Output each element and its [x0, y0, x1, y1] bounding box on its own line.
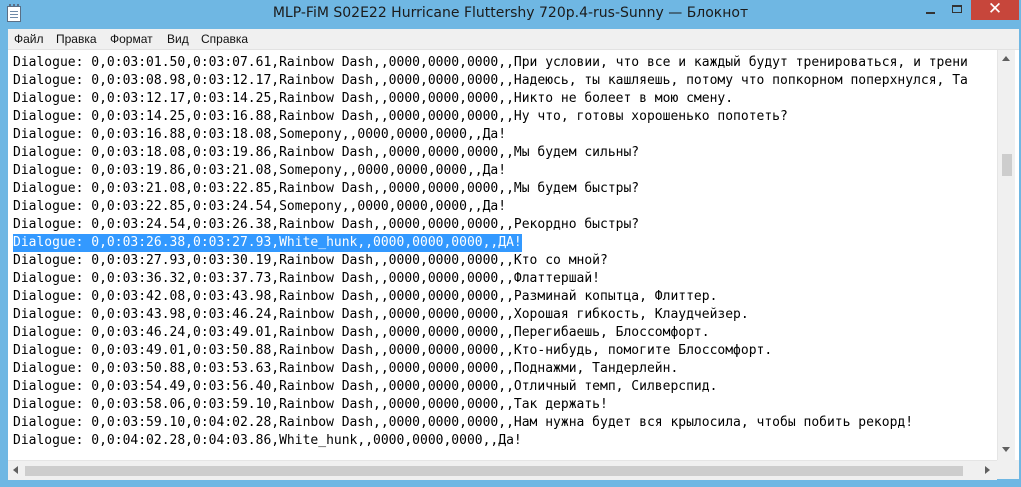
- text-line[interactable]: Dialogue: 0,0:03:27.93,0:03:30.19,Rainbo…: [13, 252, 608, 270]
- maximize-button[interactable]: [944, 0, 971, 20]
- text-line[interactable]: Dialogue: 0,0:03:49.01,0:03:50.88,Rainbo…: [13, 342, 772, 360]
- scroll-down-arrow-icon[interactable]: [1002, 447, 1010, 452]
- text-line[interactable]: Dialogue: 0,0:03:59.10,0:04:02.28,Rainbo…: [13, 414, 913, 432]
- text-editor[interactable]: Dialogue: 0,0:03:01.50,0:03:07.61,Rainbo…: [8, 50, 997, 460]
- text-line[interactable]: Dialogue: 0,0:03:19.86,0:03:21.08,Somepo…: [13, 162, 506, 180]
- text-line[interactable]: Dialogue: 0,0:03:43.98,0:03:46.24,Rainbo…: [13, 306, 749, 324]
- scroll-up-arrow-icon[interactable]: [1002, 56, 1010, 61]
- text-line[interactable]: Dialogue: 0,0:03:18.08,0:03:19.86,Rainbo…: [13, 144, 639, 162]
- text-line[interactable]: Dialogue: 0,0:03:21.08,0:03:22.85,Rainbo…: [13, 180, 639, 198]
- title-bar[interactable]: MLP-FiM S02E22 Hurricane Fluttershy 720p…: [0, 0, 1021, 29]
- minimize-button[interactable]: [917, 0, 944, 20]
- close-button[interactable]: ✕: [971, 0, 1019, 20]
- selected-text-line[interactable]: Dialogue: 0,0:03:26.38,0:03:27.93,White_…: [13, 234, 522, 252]
- menu-edit[interactable]: Правка: [56, 32, 97, 46]
- text-line[interactable]: Dialogue: 0,0:03:50.88,0:03:53.63,Rainbo…: [13, 360, 678, 378]
- text-line[interactable]: Dialogue: 0,0:03:14.25,0:03:16.88,Rainbo…: [13, 108, 788, 126]
- text-line[interactable]: Dialogue: 0,0:03:58.06,0:03:59.10,Rainbo…: [13, 396, 608, 414]
- horizontal-scrollbar[interactable]: [8, 460, 997, 480]
- text-line[interactable]: Dialogue: 0,0:03:12.17,0:03:14.25,Rainbo…: [13, 90, 733, 108]
- notepad-window: MLP-FiM S02E22 Hurricane Fluttershy 720p…: [0, 0, 1021, 487]
- text-line[interactable]: Dialogue: 0,0:03:46.24,0:03:49.01,Rainbo…: [13, 324, 710, 342]
- text-line[interactable]: Dialogue: 0,0:03:01.50,0:03:07.61,Rainbo…: [13, 54, 968, 72]
- text-line[interactable]: Dialogue: 0,0:03:16.88,0:03:18.08,Somepo…: [13, 126, 506, 144]
- text-line[interactable]: Dialogue: 0,0:03:24.54,0:03:26.38,Rainbo…: [13, 216, 639, 234]
- minimize-icon: [926, 12, 935, 14]
- menu-view[interactable]: Вид: [167, 32, 189, 46]
- client-area: Файл Правка Формат Вид Справка Dialogue:…: [8, 29, 1019, 480]
- maximize-icon: [952, 5, 962, 13]
- text-line[interactable]: Dialogue: 0,0:03:22.85,0:03:24.54,Somepo…: [13, 198, 506, 216]
- scroll-right-arrow-icon[interactable]: [985, 466, 990, 474]
- menu-help[interactable]: Справка: [201, 32, 248, 46]
- scrollbar-corner: [997, 460, 1019, 479]
- text-line[interactable]: Dialogue: 0,0:03:36.32,0:03:37.73,Rainbo…: [13, 270, 600, 288]
- menu-bar: Файл Правка Формат Вид Справка: [8, 29, 1019, 50]
- menu-file[interactable]: Файл: [14, 32, 44, 46]
- text-line[interactable]: Dialogue: 0,0:03:54.49,0:03:56.40,Rainbo…: [13, 378, 717, 396]
- text-line[interactable]: Dialogue: 0,0:03:42.08,0:03:43.98,Rainbo…: [13, 288, 717, 306]
- scroll-left-arrow-icon[interactable]: [13, 466, 18, 474]
- text-line[interactable]: Dialogue: 0,0:03:08.98,0:03:12.17,Rainbo…: [13, 72, 968, 90]
- vertical-scrollbar[interactable]: [997, 50, 1015, 460]
- horizontal-scroll-thumb[interactable]: [25, 466, 963, 476]
- vertical-scroll-thumb[interactable]: [1002, 154, 1012, 176]
- text-line[interactable]: Dialogue: 0,0:04:02.28,0:04:03.86,White_…: [13, 432, 522, 450]
- close-icon: ✕: [987, 0, 1003, 19]
- window-title: MLP-FiM S02E22 Hurricane Fluttershy 720p…: [272, 5, 749, 21]
- menu-format[interactable]: Формат: [110, 32, 153, 46]
